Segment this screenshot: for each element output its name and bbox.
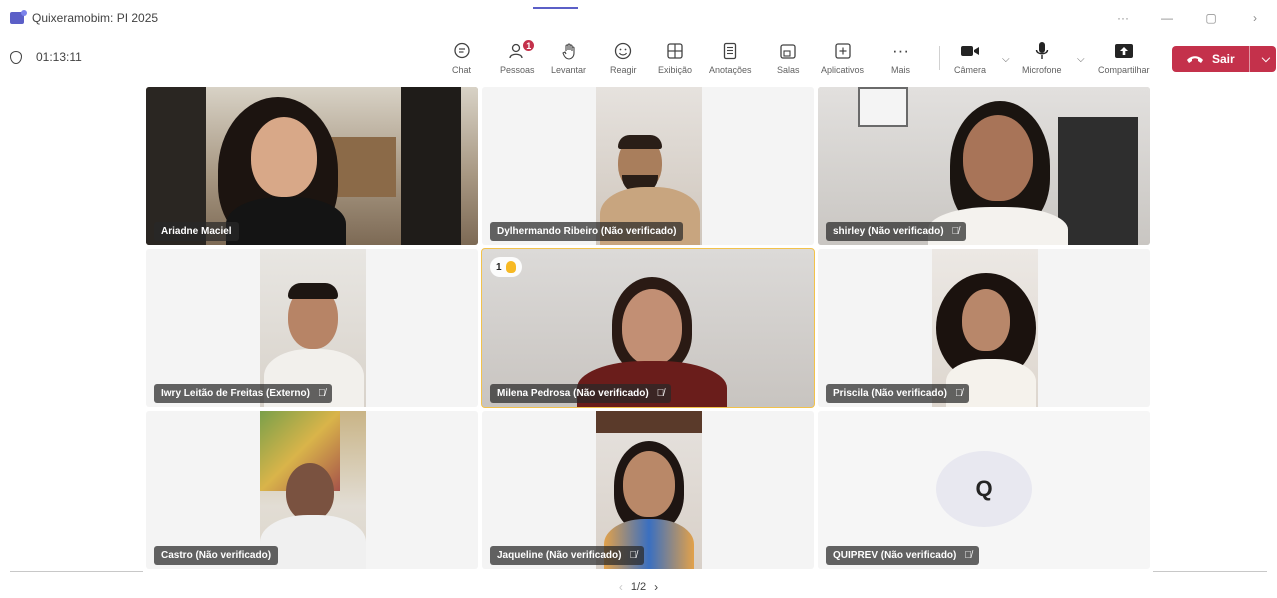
camera-button[interactable]: Câmera xyxy=(954,40,986,75)
participant-tile[interactable]: shirley (Não verificado) 🎙̸ xyxy=(818,87,1150,245)
participant-name-tag: Milena Pedrosa (Não verificado) 🎙̸ xyxy=(490,384,672,403)
participant-tile[interactable]: Iwry Leitão de Freitas (Externo) 🎙̸ xyxy=(146,249,478,407)
raise-hand-button[interactable]: Levantar xyxy=(551,40,586,75)
microphone-icon xyxy=(1034,40,1050,62)
participant-tile[interactable]: Ariadne Maciel xyxy=(146,87,478,245)
participant-name-tag: Priscila (Não verificado) 🎙̸ xyxy=(826,384,970,403)
participant-avatar: Q xyxy=(936,451,1032,527)
more-button[interactable]: ··· Mais xyxy=(891,40,910,75)
rooms-button[interactable]: Salas xyxy=(777,40,800,75)
participant-tile[interactable]: Q QUIPREV (Não verificado) 🎙̸ xyxy=(818,411,1150,569)
people-button[interactable]: 1 Pessoas xyxy=(500,39,536,75)
apps-button[interactable]: Aplicativos xyxy=(821,40,864,75)
view-icon xyxy=(666,40,684,62)
participant-tile[interactable]: Dylhermando Ribeiro (Não verificado) xyxy=(482,87,814,245)
share-button[interactable]: Compartilhar xyxy=(1098,40,1150,75)
accent-indicator xyxy=(533,7,578,9)
people-badge: 1 xyxy=(522,39,536,52)
participant-name-tag: Jaqueline (Não verificado) 🎙̸ xyxy=(490,546,644,565)
pagination: ‹ 1/2 › xyxy=(0,576,1277,598)
video-stage: Ariadne Maciel Dylhermando Ribeiro (Não … xyxy=(0,82,1277,598)
apps-icon xyxy=(834,40,852,62)
view-button[interactable]: Exibição xyxy=(658,40,692,75)
muted-mic-icon: 🎙̸ xyxy=(964,550,972,561)
participant-name-tag: Dylhermando Ribeiro (Não verificado) xyxy=(490,222,684,241)
next-page-icon[interactable]: › xyxy=(654,580,658,594)
muted-mic-icon: 🎙̸ xyxy=(629,550,637,561)
camera-options-chevron-icon[interactable]: ⌵ xyxy=(1002,54,1010,65)
muted-mic-icon: 🎙̸ xyxy=(656,388,665,399)
muted-mic-icon: 🎙̸ xyxy=(317,388,326,399)
participant-tile[interactable]: Priscila (Não verificado) 🎙̸ xyxy=(818,249,1150,407)
rooms-icon xyxy=(779,40,797,62)
participant-name-tag: Castro (Não verificado) xyxy=(154,546,279,565)
react-button[interactable]: Reagir xyxy=(610,40,637,75)
notes-icon xyxy=(721,40,739,62)
chat-icon xyxy=(453,40,471,62)
participant-name-tag: Iwry Leitão de Freitas (Externo) 🎙̸ xyxy=(154,384,333,403)
microphone-options-chevron-icon[interactable]: ⌵ xyxy=(1077,54,1085,65)
participant-tile[interactable]: Jaqueline (Não verificado) 🎙̸ xyxy=(482,411,814,569)
divider-left xyxy=(10,571,143,572)
share-icon xyxy=(1114,40,1134,62)
notes-button[interactable]: Anotações xyxy=(709,40,752,75)
teams-logo-icon xyxy=(10,10,27,24)
leave-divider xyxy=(1248,46,1250,72)
microphone-button[interactable]: Microfone xyxy=(1022,40,1062,75)
participant-tile[interactable]: Castro (Não verificado) xyxy=(146,411,478,569)
people-icon: 1 xyxy=(508,39,536,62)
raised-hand-indicator: 1 xyxy=(490,257,522,277)
leave-button[interactable]: Sair ⌵ xyxy=(1172,46,1276,72)
meeting-timer: 01:13:11 xyxy=(10,50,82,64)
camera-icon xyxy=(960,40,980,62)
more-icon: ··· xyxy=(892,41,909,60)
raise-hand-icon xyxy=(560,40,578,62)
participant-tile-active-speaker[interactable]: 1 Milena Pedrosa (Não verificado) 🎙̸ xyxy=(481,248,815,408)
minimize-icon[interactable]: — xyxy=(1145,11,1189,25)
window-controls: ··· — ▢ › xyxy=(1101,0,1277,36)
more-options-icon[interactable]: ··· xyxy=(1101,11,1145,25)
divider-right xyxy=(1153,571,1267,572)
chat-button[interactable]: Chat xyxy=(452,40,471,75)
react-icon xyxy=(614,40,632,62)
leave-options-chevron-icon[interactable]: ⌵ xyxy=(1262,53,1270,66)
participant-name-tag: shirley (Não verificado) 🎙̸ xyxy=(826,222,967,241)
participant-name-tag: Ariadne Maciel xyxy=(154,222,239,241)
previous-page-icon[interactable]: ‹ xyxy=(619,580,623,594)
leave-label: Sair xyxy=(1212,52,1235,66)
meeting-toolbar: 01:13:11 Chat 1 Pessoas Levantar Reagir … xyxy=(0,36,1277,82)
window-title: Quixeramobim: PI 2025 xyxy=(32,11,159,25)
title-bar: Quixeramobim: PI 2025 xyxy=(0,0,1277,36)
toolbar-separator xyxy=(939,46,940,70)
close-icon[interactable]: › xyxy=(1233,11,1277,25)
shield-icon xyxy=(10,50,22,64)
timer-text: 01:13:11 xyxy=(36,50,82,64)
raised-hand-icon xyxy=(505,261,516,273)
muted-mic-icon: 🎙̸ xyxy=(954,388,963,399)
hang-up-icon xyxy=(1186,52,1204,67)
participant-name-tag: QUIPREV (Não verificado) 🎙̸ xyxy=(826,546,979,565)
maximize-icon[interactable]: ▢ xyxy=(1189,11,1233,25)
page-indicator: 1/2 xyxy=(630,581,647,593)
muted-mic-icon: 🎙̸ xyxy=(951,226,960,237)
